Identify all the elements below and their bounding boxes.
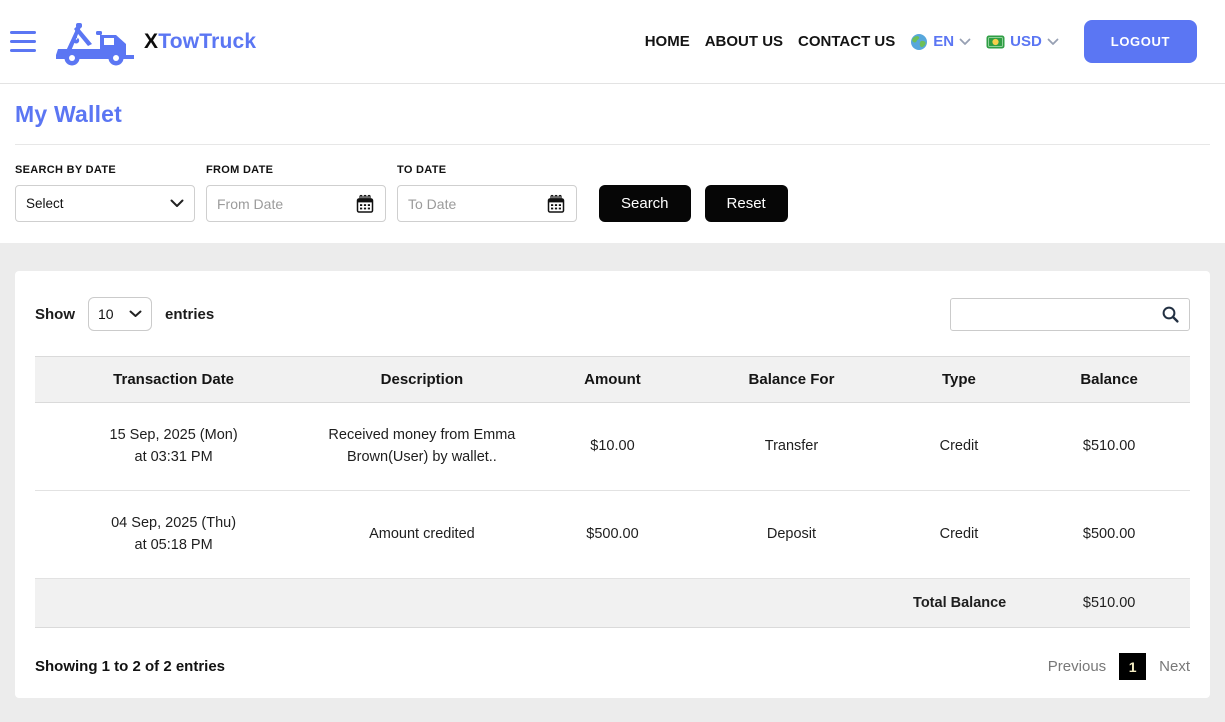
tow-truck-logo-icon bbox=[56, 22, 134, 65]
chevron-down-icon bbox=[170, 199, 184, 207]
total-balance-row: Total Balance $510.00 bbox=[35, 577, 1190, 629]
from-date-field bbox=[206, 185, 386, 222]
search-by-date-label: SEARCH BY DATE bbox=[15, 164, 116, 176]
from-date-input[interactable] bbox=[217, 195, 355, 212]
nav-link-home[interactable]: HOME bbox=[645, 33, 690, 50]
page-title: My Wallet bbox=[15, 101, 123, 127]
page-size-control: Show 10 entries bbox=[35, 297, 214, 331]
show-label: Show bbox=[35, 305, 75, 323]
hamburger-menu-icon[interactable] bbox=[10, 31, 36, 52]
filter-bar: SEARCH BY DATE Select FROM DATE TO DATE bbox=[0, 145, 1225, 243]
brand-prefix: X bbox=[144, 29, 159, 53]
chevron-down-icon bbox=[959, 38, 971, 45]
globe-icon bbox=[911, 33, 928, 50]
cell-balance-for: Transfer bbox=[693, 402, 890, 491]
pagination: Previous 1 Next bbox=[1048, 653, 1190, 681]
table-controls: Show 10 entries bbox=[35, 297, 1190, 331]
cell-description: Amount credited bbox=[312, 490, 532, 579]
transaction-time-line2: at 05:18 PM bbox=[134, 537, 213, 554]
to-date-label: TO DATE bbox=[397, 164, 447, 176]
chevron-down-icon bbox=[1047, 38, 1059, 45]
filter-to-date: TO DATE bbox=[397, 164, 577, 222]
language-switcher[interactable]: EN bbox=[910, 33, 971, 51]
cell-amount: $10.00 bbox=[531, 402, 694, 491]
to-date-field bbox=[397, 185, 577, 222]
column-header-amount[interactable]: Amount bbox=[531, 356, 694, 403]
table-search-field bbox=[950, 297, 1190, 331]
page-header: My Wallet bbox=[0, 84, 1225, 128]
cell-transaction-date: 15 Sep, 2025 (Mon) at 03:31 PM bbox=[35, 402, 313, 491]
column-header-description[interactable]: Description bbox=[312, 356, 532, 403]
transactions-table: Transaction Date Description Amount Bala… bbox=[35, 356, 1190, 629]
calendar-icon[interactable] bbox=[355, 194, 375, 214]
entries-summary: Showing 1 to 2 of 2 entries bbox=[35, 658, 226, 676]
total-balance-value: $510.00 bbox=[1028, 577, 1190, 629]
entries-label: entries bbox=[165, 305, 215, 323]
search-icon[interactable] bbox=[1161, 305, 1180, 324]
page-size-value: 10 bbox=[98, 306, 114, 322]
cell-transaction-date: 04 Sep, 2025 (Thu) at 05:18 PM bbox=[35, 490, 313, 579]
next-page-button[interactable]: Next bbox=[1159, 658, 1190, 675]
content-section: Show 10 entries Transaction Date Descrip… bbox=[0, 243, 1225, 722]
column-header-transaction-date[interactable]: Transaction Date bbox=[35, 356, 313, 403]
nav-link-about-us[interactable]: ABOUT US bbox=[705, 33, 783, 50]
table-header-row: Transaction Date Description Amount Bala… bbox=[35, 356, 1190, 403]
cell-type: Credit bbox=[889, 402, 1029, 491]
table-footer: Showing 1 to 2 of 2 entries Previous 1 N… bbox=[35, 653, 1190, 681]
cell-description: Received money from Emma Brown(User) by … bbox=[312, 402, 532, 491]
currency-selected-label: USD bbox=[1010, 33, 1042, 50]
cell-balance-for: Deposit bbox=[693, 490, 890, 579]
language-selected-label: EN bbox=[933, 33, 955, 50]
table-row: 04 Sep, 2025 (Thu) at 05:18 PM Amount cr… bbox=[35, 490, 1190, 579]
table-search-input[interactable] bbox=[960, 306, 1161, 322]
wallet-card: Show 10 entries Transaction Date Descrip… bbox=[15, 271, 1210, 699]
column-header-balance[interactable]: Balance bbox=[1028, 356, 1190, 403]
banknote-icon bbox=[986, 35, 1005, 48]
current-page-button[interactable]: 1 bbox=[1119, 653, 1147, 681]
total-balance-label: Total Balance bbox=[35, 577, 1029, 629]
main-navigation: HOME ABOUT US CONTACT US EN USD LOGOUT bbox=[645, 20, 1197, 63]
chevron-down-icon bbox=[129, 310, 142, 317]
currency-switcher[interactable]: USD bbox=[986, 33, 1059, 50]
column-header-type[interactable]: Type bbox=[889, 356, 1029, 403]
brand-suffix: TowTruck bbox=[158, 29, 257, 53]
cell-balance: $510.00 bbox=[1028, 402, 1190, 491]
cell-type: Credit bbox=[889, 490, 1029, 579]
cell-amount: $500.00 bbox=[531, 490, 694, 579]
filter-from-date: FROM DATE bbox=[206, 164, 386, 222]
column-header-balance-for[interactable]: Balance For bbox=[693, 356, 890, 403]
nav-link-contact-us[interactable]: CONTACT US bbox=[798, 33, 895, 50]
to-date-input[interactable] bbox=[408, 195, 546, 212]
transaction-date-line1: 15 Sep, 2025 (Mon) bbox=[109, 427, 238, 443]
search-by-date-select[interactable]: Select bbox=[15, 185, 195, 222]
calendar-icon[interactable] bbox=[546, 194, 566, 214]
brand-name[interactable]: XTowTruck bbox=[144, 30, 256, 54]
transaction-date-line1: 04 Sep, 2025 (Thu) bbox=[111, 514, 237, 531]
search-button[interactable]: Search bbox=[599, 185, 691, 222]
logout-button[interactable]: LOGOUT bbox=[1083, 20, 1197, 63]
reset-button[interactable]: Reset bbox=[704, 185, 788, 222]
transaction-time-line2: at 03:31 PM bbox=[134, 449, 213, 466]
page-size-select[interactable]: 10 bbox=[88, 297, 152, 331]
from-date-label: FROM DATE bbox=[206, 164, 274, 176]
table-row: 15 Sep, 2025 (Mon) at 03:31 PM Received … bbox=[35, 402, 1190, 491]
previous-page-button[interactable]: Previous bbox=[1048, 658, 1106, 675]
search-by-date-selected-value: Select bbox=[26, 196, 64, 211]
top-navigation-bar: XTowTruck HOME ABOUT US CONTACT US EN US… bbox=[0, 0, 1225, 84]
cell-balance: $500.00 bbox=[1028, 490, 1190, 579]
filter-search-by-date: SEARCH BY DATE Select bbox=[15, 164, 195, 222]
